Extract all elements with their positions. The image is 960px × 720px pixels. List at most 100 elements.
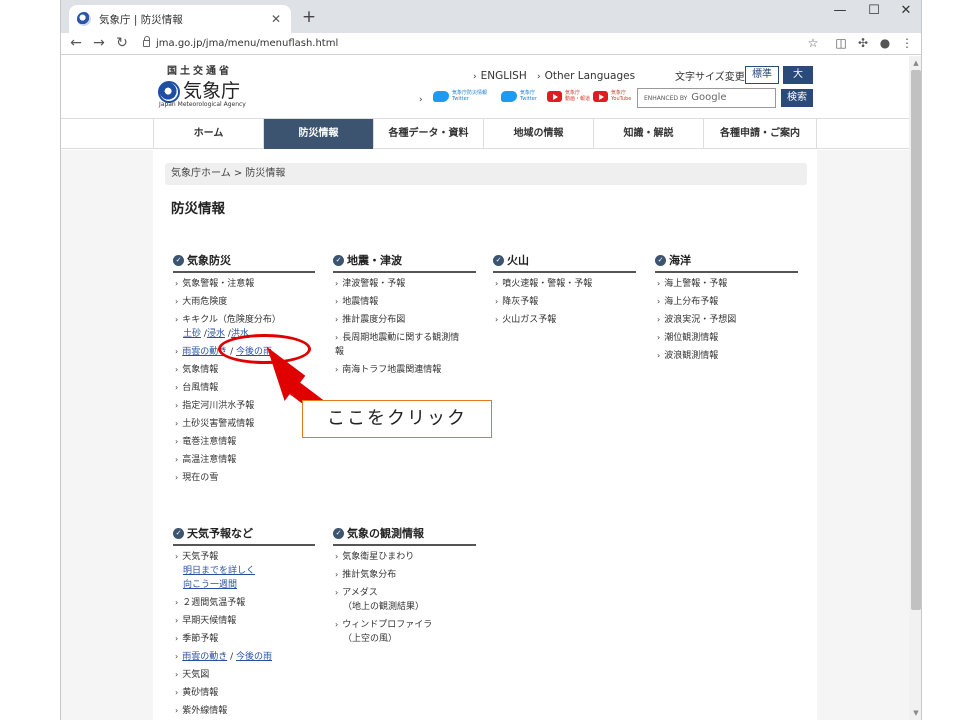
list-item[interactable]: › 大雨危険度 <box>175 293 281 311</box>
youtube-news-link[interactable]: 気象庁 動画・報道 <box>547 90 590 102</box>
tab-close-icon[interactable]: ✕ <box>269 12 283 26</box>
list-item[interactable]: › 紫外線情報 <box>175 702 272 720</box>
browser-tab[interactable]: 気象庁 | 防災情報 ✕ <box>69 5 291 33</box>
chevron-right-icon: › <box>473 72 477 82</box>
forward-button[interactable]: → <box>90 34 108 52</box>
section-title: 気象の観測情報 <box>347 527 424 540</box>
site-header: 国土交通省 気象庁 Japan Meteorological Agency › E… <box>61 56 909 118</box>
link-rain-future-2[interactable]: 今後の雨 <box>236 652 272 662</box>
lock-icon <box>143 36 150 47</box>
link-dosha[interactable]: 土砂 <box>183 329 201 339</box>
list-item[interactable]: › 海上警報・予報 <box>657 275 736 293</box>
list-item[interactable]: › 波浪観測情報 <box>657 347 736 365</box>
list-item[interactable]: › 波浪実況・予想図 <box>657 311 736 329</box>
link-tomorrow-detail[interactable]: 明日までを詳しく <box>183 566 255 576</box>
list-item[interactable]: › 天気図 <box>175 666 272 684</box>
other-languages-link[interactable]: › Other Languages <box>537 70 635 82</box>
list-item-kikikuru[interactable]: › キキクル（危険度分布） <box>175 313 281 327</box>
link-rain-move-2[interactable]: 雨雲の動き <box>182 652 227 662</box>
section-title: 海洋 <box>669 254 691 267</box>
twitter-jma-link[interactable]: 気象庁 Twitter <box>501 90 537 102</box>
vertical-scrollbar[interactable]: ▲ ▼ <box>909 56 921 720</box>
agency-logo[interactable]: 気象庁 <box>183 76 240 103</box>
nav-region[interactable]: 地域の情報 <box>483 119 593 149</box>
list-item[interactable]: › 季節予報 <box>175 630 272 648</box>
extensions-puzzle-icon[interactable]: ✣ <box>855 35 871 51</box>
reload-button[interactable]: ↻ <box>113 34 131 52</box>
check-circle-icon: ✓ <box>333 527 344 539</box>
list-item[interactable]: › 降灰予報 <box>495 293 592 311</box>
sns-label: 気象庁防災情報 Twitter <box>452 90 488 102</box>
sns-label: 気象庁 YouTube <box>611 90 632 102</box>
list-item-cont[interactable]: 報 <box>335 345 459 359</box>
nav-bosai[interactable]: 防災情報 <box>263 119 373 149</box>
click-here-callout: ここをクリック <box>302 400 492 438</box>
jma-emblem-icon[interactable] <box>158 81 180 103</box>
browser-menu-icon[interactable]: ⋮ <box>899 35 915 51</box>
sns-label: 気象庁 動画・報道 <box>565 90 591 102</box>
search-button[interactable]: 検索 <box>781 89 813 107</box>
section-title: 気象防災 <box>187 254 231 267</box>
site-search-input[interactable]: ENHANCED BY Google <box>637 88 776 108</box>
list-item[interactable]: › 南海トラフ地震関連情報 <box>335 361 459 379</box>
list-item[interactable]: › 推計気象分布 <box>335 566 432 584</box>
twitter-icon <box>433 90 449 102</box>
list-item-note: （地上の観測結果） <box>343 602 425 612</box>
check-circle-icon: ✓ <box>333 254 344 266</box>
scroll-down-icon[interactable]: ▼ <box>909 706 921 720</box>
list-item[interactable]: › 噴火速報・警報・予報 <box>495 275 592 293</box>
font-standard-button[interactable]: 標準 <box>745 66 779 84</box>
extension-icon[interactable]: ◫ <box>833 35 849 51</box>
link-shinsui[interactable]: 浸水 <box>207 329 225 339</box>
english-link[interactable]: › ENGLISH <box>473 70 527 82</box>
list-item[interactable]: › アメダス <box>335 586 432 600</box>
list-item[interactable]: › 高温注意情報 <box>175 451 281 469</box>
list-item[interactable]: › 天気予報 <box>175 550 272 564</box>
browser-toolbar: ← → ↻ jma.go.jp/jma/menu/menuflash.html … <box>61 33 921 55</box>
list-item[interactable]: › 長周期地震動に関する観測情 <box>335 331 459 345</box>
list-kazan: › 噴火速報・警報・予報 › 降灰予報 › 火山ガス予報 <box>495 275 592 329</box>
twitter-bosai-link[interactable]: 気象庁防災情報 Twitter <box>433 90 487 102</box>
list-item[interactable]: › 黄砂情報 <box>175 684 272 702</box>
youtube-jma-link[interactable]: 気象庁 YouTube <box>593 90 631 102</box>
list-item[interactable]: › 気象衛星ひまわり <box>335 548 432 566</box>
list-item[interactable]: › 推計震度分布図 <box>335 311 459 329</box>
font-large-button[interactable]: 大 <box>783 66 813 84</box>
list-item[interactable]: › 地震情報 <box>335 293 459 311</box>
list-item[interactable]: › ウィンドプロファイラ <box>335 618 432 632</box>
list-item[interactable]: › 竜巻注意情報 <box>175 433 281 451</box>
ministry-name: 国土交通省 <box>167 66 232 77</box>
nav-data[interactable]: 各種データ・資料 <box>373 119 483 149</box>
list-item[interactable]: › 気象警報・注意報 <box>175 275 281 293</box>
list-kaiyo: › 海上警報・予報 › 海上分布予報 › 波浪実況・予想図 › 潮位観測情報 › 波浪観測… <box>657 275 736 365</box>
nav-knowledge[interactable]: 知識・解説 <box>593 119 703 149</box>
maximize-button[interactable]: ☐ <box>859 2 889 20</box>
section-heading-kazan: ✓ 火山 <box>493 252 636 273</box>
list-item-rain: › 雨雲の動き / 今後の雨 <box>175 652 273 662</box>
nav-home[interactable]: ホーム <box>153 119 263 149</box>
address-bar[interactable]: jma.go.jp/jma/menu/menuflash.html <box>139 34 829 53</box>
list-item[interactable]: › 早期天候情報 <box>175 612 272 630</box>
nav-application[interactable]: 各種申請・ご案内 <box>703 119 817 149</box>
section-title: 火山 <box>507 254 529 267</box>
check-circle-icon: ✓ <box>655 254 666 266</box>
scrollbar-thumb[interactable] <box>911 70 921 610</box>
list-item[interactable]: › 津波警報・予報 <box>335 275 459 293</box>
list-item[interactable]: › ２週間気温予報 <box>175 594 272 612</box>
new-tab-button[interactable]: + <box>299 8 319 26</box>
list-item[interactable]: › 潮位観測情報 <box>657 329 736 347</box>
twitter-icon <box>501 90 517 102</box>
bookmark-star-icon[interactable]: ☆ <box>805 35 821 51</box>
global-nav: ホーム 防災情報 各種データ・資料 地域の情報 知識・解説 各種申請・ご案内 <box>153 118 817 149</box>
scroll-up-icon[interactable]: ▲ <box>909 56 921 70</box>
profile-icon[interactable]: ● <box>877 35 893 51</box>
close-window-button[interactable]: ✕ <box>891 2 921 20</box>
list-jishin: › 津波警報・予報 › 地震情報 › 推計震度分布図 › 長周期地震動に関する観測情 報… <box>335 275 459 379</box>
list-item[interactable]: › 海上分布予報 <box>657 293 736 311</box>
list-item[interactable]: › 現在の雪 <box>175 469 281 487</box>
breadcrumb[interactable]: 気象庁ホーム > 防災情報 <box>165 163 807 185</box>
list-item[interactable]: › 火山ガス予報 <box>495 311 592 329</box>
link-one-week[interactable]: 向こう一週間 <box>183 580 237 590</box>
minimize-button[interactable]: — <box>825 2 855 20</box>
back-button[interactable]: ← <box>67 34 85 52</box>
